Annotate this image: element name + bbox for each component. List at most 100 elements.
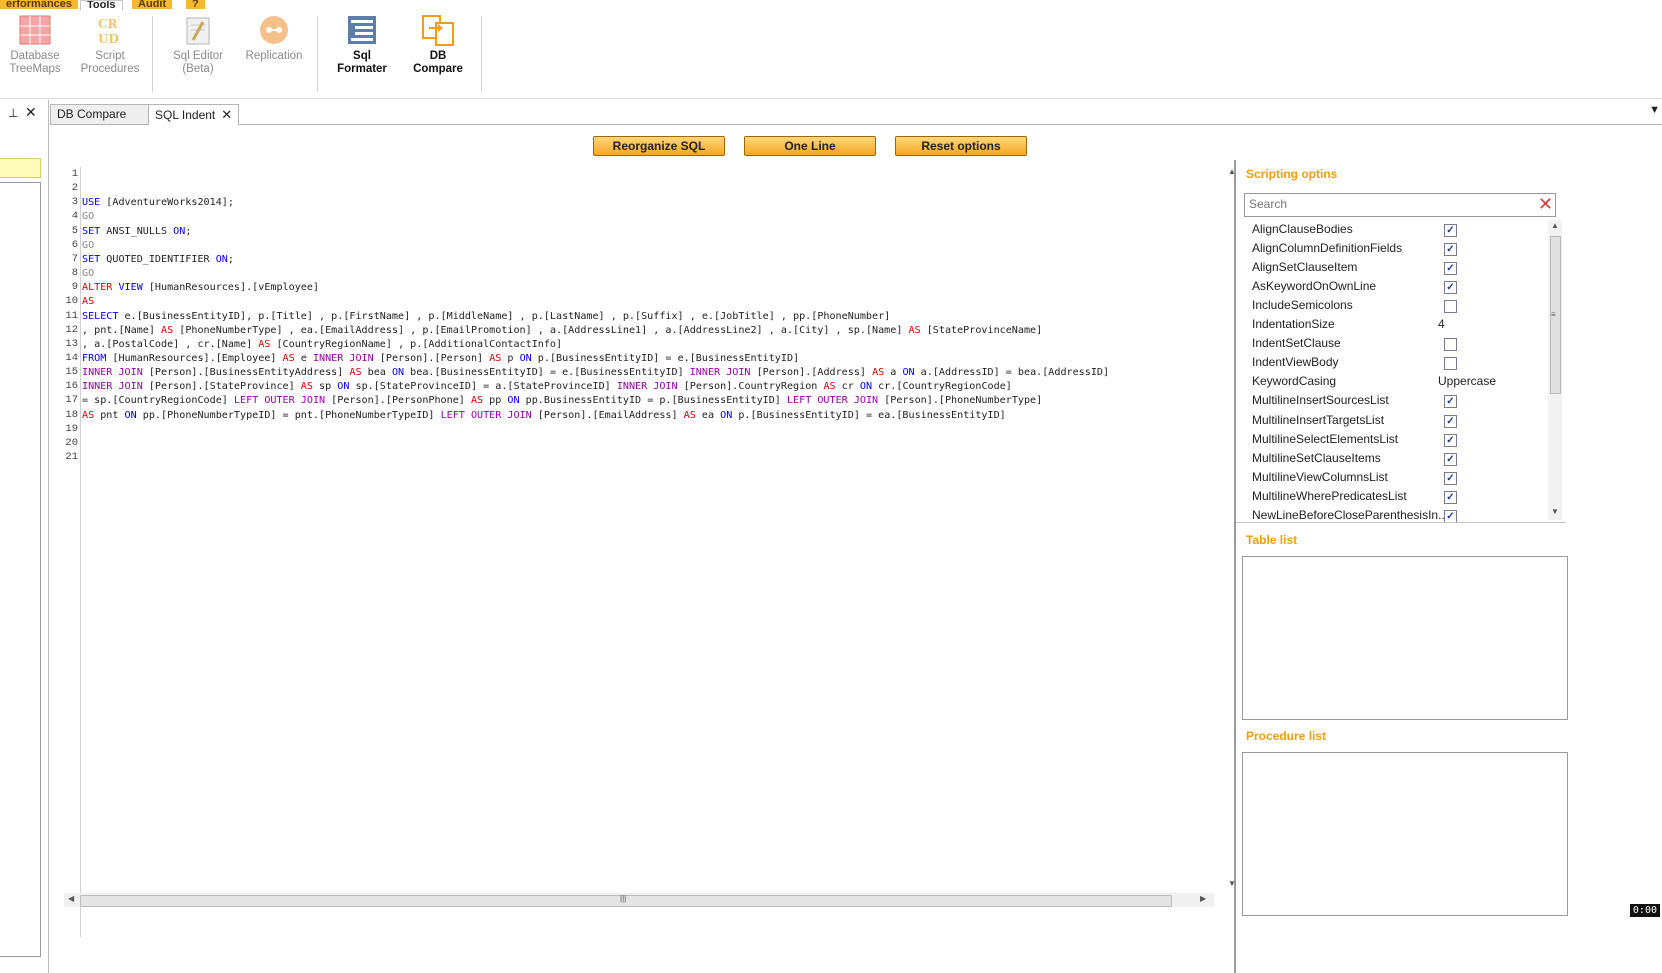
replication-label: Replication (245, 50, 303, 62)
close-icon[interactable]: ✕ (25, 104, 37, 121)
option-checkbox[interactable]: ✓ (1444, 262, 1457, 276)
left-panel-input[interactable] (0, 158, 41, 178)
sql-formater-button[interactable]: Sql Formater (334, 14, 390, 76)
tab-db-compare[interactable]: DB Compare (50, 104, 150, 124)
clear-search-icon[interactable]: ✕ (1538, 194, 1553, 214)
ribbon-tab-help[interactable]: ? (186, 0, 205, 9)
code-token: GO (82, 239, 95, 251)
svg-text:CR: CR (98, 17, 119, 31)
sql-editor[interactable]: 1 2 3 4 5 6 7 8 9 10 11 12 13 14 15 16 17 18 19 20 21 USE [A… (64, 167, 1276, 957)
checkmark-icon: ✓ (1446, 396, 1455, 408)
code-line: USE [AdventureWorks2014]; (82, 196, 234, 210)
option-row[interactable]: MultilineViewColumnsList ✓ (1252, 468, 1552, 487)
option-row[interactable]: IndentationSize 4 (1252, 315, 1552, 334)
editor-horizontal-scrollbar[interactable]: ◀ ||| ▶ (64, 893, 1214, 907)
line-number: 10 (65, 295, 78, 308)
sql-editor-button[interactable]: Sql Editor (Beta) (166, 14, 230, 76)
table-list-title: Table list (1246, 533, 1298, 547)
scroll-down-icon[interactable]: ▼ (1551, 507, 1559, 516)
crud-icon: CR UD (93, 14, 127, 46)
option-value-input[interactable]: 4 (1438, 315, 1445, 334)
option-row[interactable]: MultilineSelectElementsList ✓ (1252, 430, 1552, 449)
options-search-input[interactable] (1249, 196, 1529, 212)
option-checkbox[interactable]: ✓ (1444, 452, 1457, 466)
option-checkbox[interactable]: ✓ (1444, 395, 1457, 409)
code-token: = sp.[CountryRegionCode] (82, 395, 234, 407)
code-token: [Person].[Address] (750, 367, 873, 379)
option-row[interactable]: MultilineWherePredicatesList ✓ (1252, 487, 1552, 506)
close-tab-icon[interactable]: ✕ (221, 107, 232, 122)
option-row[interactable]: AlignSetClauseItem ✓ (1252, 258, 1552, 277)
code-token: INNER JOIN (82, 381, 143, 393)
edit-document-icon (181, 14, 215, 46)
option-row[interactable]: KeywordCasingUppercase▼ (1252, 372, 1561, 391)
pin-icon[interactable]: ⊥ (8, 106, 18, 120)
option-row[interactable]: MultilineInsertSourcesList ✓ (1252, 391, 1552, 410)
procedure-list[interactable] (1242, 752, 1568, 916)
option-checkbox[interactable]: ✓ (1444, 490, 1457, 504)
code-token: sp (312, 381, 338, 393)
code-token: AS (823, 381, 836, 393)
option-checkbox[interactable]: ✓ (1444, 509, 1457, 522)
option-checkbox[interactable]: ✓ (1444, 224, 1457, 237)
code-token: pp (483, 395, 508, 407)
code-token: pp.BusinessEntityID = p.[BusinessEntityI… (519, 395, 787, 407)
option-select[interactable]: Uppercase (1438, 372, 1496, 391)
ribbon-tab-tools[interactable]: Tools (80, 0, 123, 10)
db-compare-label: DB Compare (413, 50, 463, 75)
code-token: pnt (94, 409, 125, 421)
scroll-right-icon[interactable]: ▶ (1200, 894, 1206, 903)
code-token: sp.[StateProvinceID] = a.[StateProvinceI… (349, 381, 617, 393)
one-line-button[interactable]: One Line (744, 136, 876, 156)
code-token: [StateProvinceName] (920, 324, 1043, 336)
db-compare-button[interactable]: DB Compare (410, 14, 466, 76)
option-checkbox[interactable]: ✓ (1444, 471, 1457, 485)
option-name: MultilineViewColumnsList (1252, 469, 1388, 484)
scroll-up-icon[interactable]: ▲ (1551, 221, 1559, 230)
code-token: GO (82, 268, 95, 280)
line-number: 3 (71, 196, 78, 209)
option-row[interactable]: MultilineInsertTargetsList ✓ (1252, 411, 1552, 430)
tab-sql-indent[interactable]: SQL Indent ✕ (148, 104, 240, 125)
option-row[interactable]: NewLineBeforeCloseParenthesisIn... ✓ (1252, 506, 1552, 522)
code-line: , pnt.[Name] AS [PhoneNumberType] , ea.[… (82, 324, 1042, 338)
option-name: AlignSetClauseItem (1252, 260, 1358, 275)
options-search-box[interactable]: ✕ (1244, 193, 1556, 217)
ribbon-tab-audit[interactable]: Audit (132, 0, 173, 9)
option-checkbox[interactable] (1444, 300, 1457, 314)
tab-dropdown-icon[interactable]: ▼ (1649, 104, 1660, 116)
option-row[interactable]: AlignClauseBodies ✓ (1252, 220, 1552, 239)
option-checkbox[interactable] (1444, 357, 1457, 371)
option-checkbox[interactable]: ✓ (1444, 414, 1457, 428)
option-row[interactable]: IndentSetClause (1252, 334, 1552, 353)
line-number: 17 (65, 394, 78, 407)
code-token: INNER JOIN (312, 352, 374, 364)
code-token: ON (902, 367, 915, 379)
option-row[interactable]: AsKeywordOnOwnLine ✓ (1252, 277, 1552, 296)
code-line: GO (82, 239, 94, 253)
code-token: [CountryRegionName] , p.[AdditionalConta… (270, 338, 563, 350)
table-list[interactable] (1242, 556, 1568, 720)
option-row[interactable]: IncludeSemicolons (1252, 296, 1552, 315)
option-name: KeywordCasing (1252, 374, 1337, 389)
ribbon-tab-performances[interactable]: erformances (0, 0, 79, 9)
script-procedures-button[interactable]: CR UD Script Procedures (80, 14, 140, 76)
code-token: [PhoneNumberType] , ea.[EmailAddress] , … (173, 324, 909, 336)
code-token: [HumanResources].[vEmployee] (142, 282, 320, 294)
reorganize-sql-button[interactable]: Reorganize SQL (593, 136, 725, 156)
scripting-options-title: Scripting optins (1246, 167, 1338, 181)
option-checkbox[interactable]: ✓ (1444, 243, 1457, 257)
scroll-left-icon[interactable]: ◀ (68, 894, 74, 903)
option-checkbox[interactable]: ✓ (1444, 433, 1457, 447)
option-row[interactable]: IndentViewBody (1252, 353, 1552, 372)
option-row[interactable]: AlignColumnDefinitionFields ✓ (1252, 239, 1552, 258)
option-checkbox[interactable] (1444, 338, 1457, 352)
code-token: a.[AddressID] = bea.[AddressID] (914, 367, 1110, 379)
option-row[interactable]: MultilineSetClauseItems ✓ (1252, 449, 1552, 468)
replication-button[interactable]: Replication (244, 14, 304, 63)
option-checkbox[interactable]: ✓ (1444, 281, 1457, 295)
options-scrollbar[interactable]: ▲ ≡ ▼ (1548, 220, 1562, 520)
code-token: AS (349, 367, 362, 379)
reset-options-button[interactable]: Reset options (895, 136, 1027, 156)
database-treemaps-button[interactable]: Database TreeMaps (6, 14, 64, 76)
